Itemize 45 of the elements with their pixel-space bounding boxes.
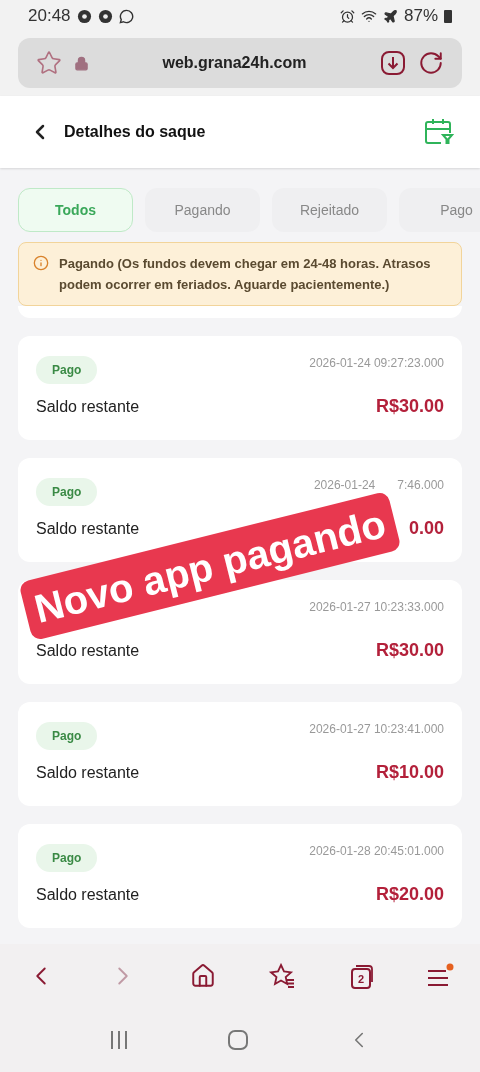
page-title: Detalhes do saque: [64, 123, 207, 141]
timestamp: 7:46.000: [397, 478, 444, 492]
info-icon: [33, 255, 49, 271]
amount: 0.00: [408, 518, 444, 539]
timestamp: 2026-01-28 20:45:01.000: [309, 844, 444, 858]
home-icon[interactable]: [227, 1029, 249, 1051]
notice-text: Pagando (Os fundos devem chegar em 24-48 horas. Atrasos podem ocorrer em feriados. Aguarde pacientemente.): [59, 255, 432, 294]
reload-icon[interactable]: [418, 50, 444, 76]
address-bar[interactable]: web.grana24h.com: [18, 38, 462, 88]
wifi-icon: [360, 8, 377, 24]
timestamp: 2026-01-27 10:23:41.000: [309, 722, 444, 736]
status-time: 20:48: [28, 6, 71, 26]
status-label: Pago: [36, 844, 98, 872]
timestamp: 2026-01-24 09:27:23.000: [309, 356, 444, 370]
filter-tab[interactable]: Pago: [399, 188, 480, 232]
timestamp: 2026-01-24: [313, 478, 376, 492]
alarm-icon: [339, 8, 355, 24]
balance-label: Saldo restante: [36, 641, 140, 660]
url-text: web.grana24h.com: [161, 54, 308, 72]
balance-label: Saldo restante: [36, 763, 140, 782]
filter-tab[interactable]: Pagando: [145, 188, 260, 232]
balance-label: Saldo restante: [36, 397, 140, 416]
ball-icon: [97, 8, 113, 24]
ball-icon: [76, 8, 92, 24]
balance-label: Saldo restante: [36, 519, 140, 538]
status-label: Pago: [36, 356, 98, 384]
status-label: Pago: [36, 722, 98, 750]
star-icon[interactable]: [36, 50, 62, 76]
amount: R$30.00: [375, 640, 444, 661]
status-label: Pago: [36, 478, 98, 506]
home-icon[interactable]: [190, 963, 216, 989]
download-icon[interactable]: [380, 50, 406, 76]
chat-icon: [118, 8, 134, 24]
bookmarks-icon[interactable]: [268, 963, 296, 989]
menu-icon[interactable]: [426, 963, 454, 989]
filter-tab[interactable]: Todos: [18, 188, 133, 232]
amount: R$20.00: [375, 884, 444, 905]
airplane-icon: [382, 8, 398, 24]
battery-icon: [444, 9, 452, 23]
calendar-filter-icon[interactable]: [424, 118, 454, 146]
filter-tab[interactable]: Rejeitado: [272, 188, 387, 232]
amount: R$30.00: [375, 396, 444, 417]
balance-label: Saldo restante: [36, 885, 140, 904]
amount: R$10.00: [375, 762, 444, 783]
battery-level: 87%: [403, 6, 438, 26]
